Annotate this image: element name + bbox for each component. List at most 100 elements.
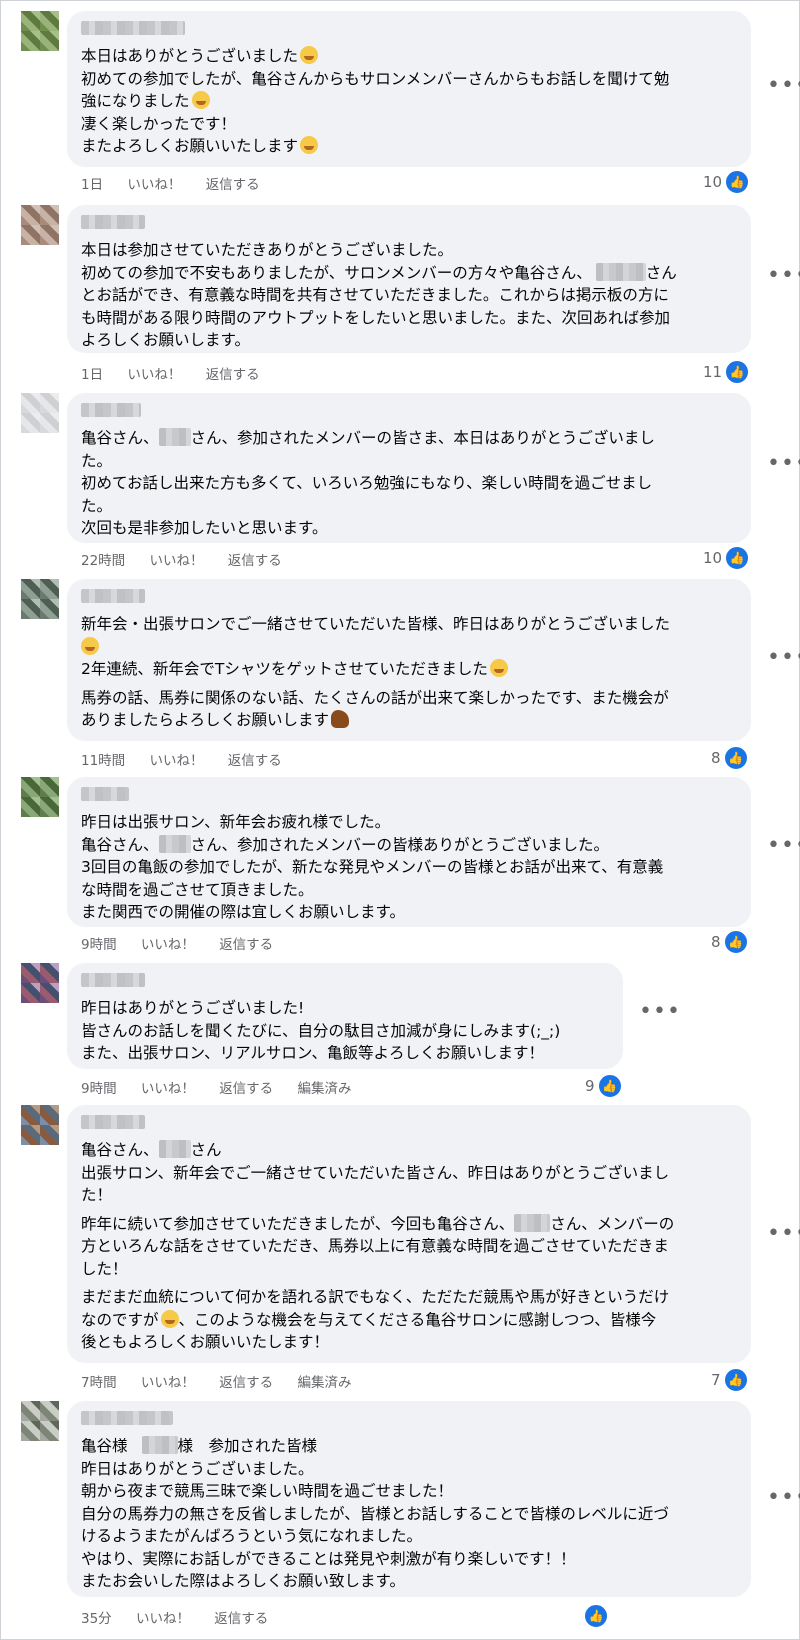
reply-button[interactable]: 返信する (228, 553, 282, 569)
comment-text: またよろしくお願いいたします (81, 135, 737, 158)
author-name[interactable] (81, 215, 145, 229)
comment-text: 初めての参加でしたが、亀谷さんからもサロンメンバーさんからもお話しを聞けて勉 (81, 69, 670, 88)
avatar[interactable] (21, 11, 59, 51)
laughing-emoji-icon (489, 659, 508, 677)
more-options-icon[interactable]: ••• (767, 265, 800, 287)
like-count-value: 10 (703, 173, 723, 191)
like-count[interactable]: 8 👍 (711, 745, 749, 771)
comment-text: よろしくお願いします。 (81, 331, 250, 349)
timestamp[interactable]: 7時間 (81, 1375, 117, 1391)
more-options-icon[interactable]: ••• (767, 75, 800, 97)
timestamp[interactable]: 9時間 (81, 1081, 117, 1097)
comment-thread: 本日はありがとうございました 初めての参加でしたが、亀谷さんからもサロンメンバー… (0, 0, 800, 1640)
comment-meta: 9時間 いいね！ 返信する 編集済み (81, 1077, 371, 1097)
comment-text: 強になりました (81, 90, 737, 113)
timestamp[interactable]: 1日 (81, 367, 103, 383)
author-name[interactable] (81, 403, 141, 417)
more-options-icon[interactable]: ••• (767, 1223, 800, 1245)
author-name[interactable] (81, 787, 129, 801)
comment-text: 亀谷さん、 さん、参加されたメンバーの皆様ありがとうございました。 (81, 834, 610, 854)
like-count[interactable]: 9 👍 (585, 1073, 623, 1099)
comment-text: 本日は参加させていただきありがとうございました。 (81, 241, 454, 259)
like-button[interactable]: いいね！ (149, 553, 203, 569)
like-count[interactable]: 8 👍 (711, 929, 749, 955)
thumbs-up-icon: 👍 (724, 545, 751, 571)
like-button[interactable]: いいね！ (127, 367, 181, 383)
comment-text: 方といろんな話をさせていただき、馬券以上に有意義な時間を過ごさせていただきま (81, 1237, 669, 1255)
comment-text: 亀谷さん、 さん (81, 1140, 222, 1159)
like-count-value: 8 (711, 933, 721, 951)
comment-text: 凄く楽しかったです！ (81, 114, 237, 133)
like-count[interactable]: 11 👍 (703, 359, 751, 385)
author-name[interactable] (81, 1411, 173, 1425)
comment-text: 昨日はありがとうございました! (81, 999, 305, 1017)
comment-text: た。 (81, 451, 113, 470)
like-button[interactable]: いいね！ (136, 1611, 190, 1627)
comment-bubble: 亀谷様様 参加された皆様 昨日はありがとうございました。 朝から夜まで競馬三昧で… (67, 1401, 751, 1597)
comment-text: 後ともよろしくお願いいたします！ (81, 1333, 330, 1351)
comment-bubble: 本日はありがとうございました 初めての参加でしたが、亀谷さんからもサロンメンバー… (67, 11, 751, 167)
like-button[interactable]: いいね！ (127, 177, 181, 193)
comment-text: 本日はありがとうございました (81, 45, 737, 68)
reply-button[interactable]: 返信する (214, 1611, 268, 1627)
author-name[interactable] (81, 1115, 145, 1129)
more-options-icon[interactable]: ••• (767, 453, 800, 475)
like-button[interactable]: いいね！ (141, 1375, 195, 1391)
timestamp[interactable]: 35分 (81, 1611, 112, 1627)
like-button[interactable]: いいね！ (141, 1081, 195, 1097)
more-options-icon[interactable]: ••• (767, 835, 800, 857)
timestamp[interactable]: 9時間 (81, 937, 117, 953)
like-count[interactable]: 7 👍 (711, 1367, 749, 1393)
edited-label: 編集済み (297, 1375, 352, 1391)
grin-emoji-icon (191, 91, 210, 109)
like-count[interactable]: 10 👍 (703, 169, 751, 195)
reply-button[interactable]: 返信する (206, 177, 260, 193)
like-count[interactable]: 👍 (583, 1603, 609, 1629)
like-button[interactable]: いいね！ (141, 937, 195, 953)
comment-text: また関西での開催の際は宜しくお願いします。 (81, 903, 405, 921)
horse-emoji-icon (331, 710, 350, 728)
comment-text: た！ (81, 1186, 113, 1204)
like-button[interactable]: いいね！ (149, 753, 203, 769)
reply-button[interactable]: 返信する (219, 937, 273, 953)
avatar[interactable] (21, 579, 59, 619)
comment-text: やはり、実際にお話しができることは発見や刺激が有り楽しいです！！ (81, 1549, 576, 1568)
avatar[interactable] (21, 1105, 59, 1145)
thumbs-up-icon: 👍 (724, 169, 751, 195)
reply-button[interactable]: 返信する (228, 753, 282, 769)
avatar[interactable] (21, 1401, 59, 1441)
author-name[interactable] (81, 21, 185, 35)
comment-text: 亀谷さん、 さん、参加されたメンバーの皆さま、本日はありがとうございまし (81, 428, 655, 447)
avatar[interactable] (21, 393, 59, 433)
comment-text: 3回目の亀飯の参加でしたが、新たな発見やメンバーの皆様とお話が出来て、有意義 (81, 858, 664, 876)
like-count-value: 9 (585, 1077, 595, 1095)
thumbs-up-icon: 👍 (724, 359, 751, 385)
timestamp[interactable]: 1日 (81, 177, 103, 193)
timestamp[interactable]: 22時間 (81, 553, 125, 569)
more-options-icon[interactable]: ••• (639, 1001, 681, 1023)
more-options-icon[interactable]: ••• (767, 1487, 800, 1509)
timestamp[interactable]: 11時間 (81, 753, 125, 769)
comment-meta: 7時間 いいね！ 返信する 編集済み (81, 1371, 371, 1391)
avatar[interactable] (21, 205, 59, 245)
thumbs-up-icon: 👍 (722, 745, 749, 771)
reply-button[interactable]: 返信する (219, 1081, 273, 1097)
comment-meta: 22時間 いいね！ 返信する (81, 549, 302, 569)
comment-text: 2年連続、新年会でTシャツをゲットさせていただきました (81, 658, 737, 681)
edited-label: 編集済み (297, 1081, 352, 1097)
avatar[interactable] (21, 963, 59, 1003)
comment-text: な時間を過ごさせて頂きました。 (81, 880, 314, 899)
comment-text (81, 636, 737, 659)
thumbs-up-icon: 👍 (722, 929, 749, 955)
author-name[interactable] (81, 973, 145, 987)
comment-text: 皆さんのお話しを聞くたびに、自分の駄目さ加減が身にしみます(;_;) (81, 1021, 561, 1040)
comment-text: 自分の馬券力の無さを反省しましたが、皆様とお話しすることで皆様のレベルに近づ (81, 1504, 669, 1523)
like-count[interactable]: 10 👍 (703, 545, 751, 571)
reply-button[interactable]: 返信する (206, 367, 260, 383)
avatar[interactable] (21, 777, 59, 817)
comment-meta: 1日 いいね！ 返信する (81, 363, 280, 383)
author-name[interactable] (81, 589, 145, 603)
reply-button[interactable]: 返信する (219, 1375, 273, 1391)
thumbs-up-icon: 👍 (596, 1073, 623, 1099)
more-options-icon[interactable]: ••• (767, 647, 800, 669)
